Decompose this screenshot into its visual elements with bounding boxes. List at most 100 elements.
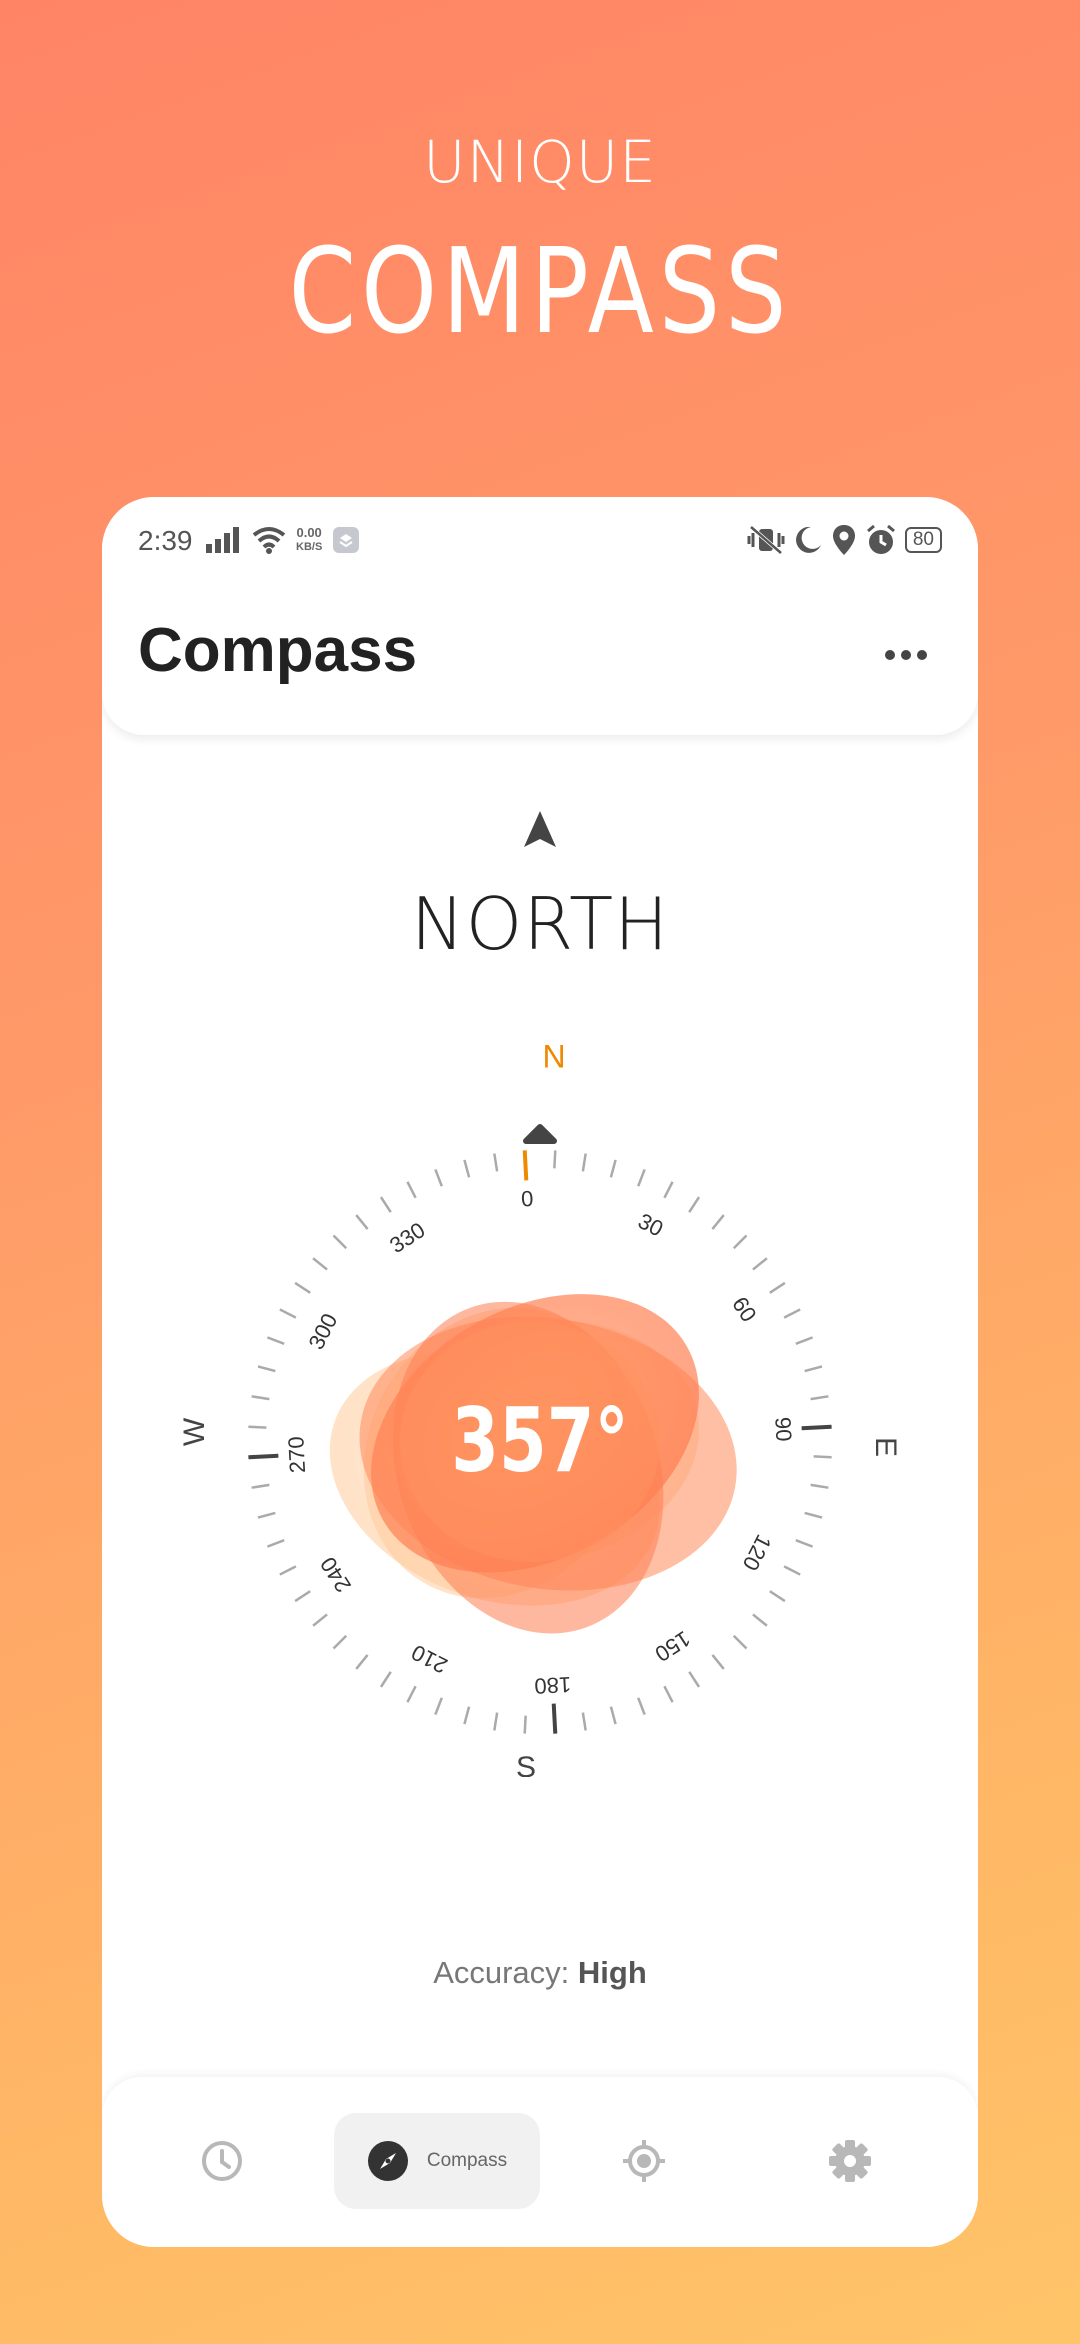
- nav-history[interactable]: [172, 2113, 272, 2209]
- settings-gear-icon: [829, 2140, 871, 2182]
- compass-tick: [379, 1671, 392, 1688]
- compass-tick: [711, 1214, 725, 1230]
- compass-tick: [795, 1539, 814, 1548]
- compass-tick: [581, 1712, 587, 1731]
- compass-tick: [294, 1590, 311, 1603]
- alarm-icon: [866, 524, 895, 554]
- compass-tick: [332, 1234, 348, 1250]
- compass-tick: [609, 1159, 617, 1178]
- compass-tick: [752, 1257, 768, 1271]
- compass-tick: [553, 1150, 557, 1169]
- degree-label: 300: [303, 1309, 342, 1353]
- degree-label: 0: [520, 1186, 534, 1212]
- accuracy-text: Accuracy: High: [102, 1955, 978, 1991]
- status-time: 2:39: [138, 525, 193, 556]
- compass-tick: [523, 1715, 527, 1734]
- compass-tick: [711, 1654, 725, 1670]
- cardinal-north: N: [542, 1038, 565, 1074]
- promo-title: COMPASS: [288, 222, 792, 360]
- compass-tick: [732, 1634, 748, 1650]
- compass-tick: [266, 1539, 285, 1548]
- bottom-navigation: Compass: [102, 2077, 978, 2247]
- accuracy-value: High: [577, 1955, 647, 1990]
- degree-label: 270: [283, 1436, 310, 1474]
- compass-tick: [813, 1455, 832, 1459]
- compass-tick: [732, 1234, 748, 1250]
- compass-tick: [581, 1153, 587, 1172]
- compass-tick: [663, 1685, 674, 1703]
- compass-tick: [804, 1511, 823, 1519]
- nav-settings[interactable]: [800, 2113, 900, 2209]
- gps-target-icon: [623, 2140, 665, 2182]
- heading-value: 357°: [451, 1390, 629, 1493]
- compass-tick: [551, 1703, 558, 1734]
- wifi-icon: [252, 527, 286, 554]
- compass-tick: [294, 1281, 311, 1294]
- compass-tick: [312, 1613, 328, 1627]
- do-not-disturb-moon-icon: [795, 526, 821, 553]
- compass-tick: [493, 1712, 499, 1731]
- degree-label: 30: [634, 1208, 667, 1241]
- compass-tick: [609, 1706, 617, 1725]
- compass-tick: [434, 1168, 443, 1187]
- nav-compass-label: Compass: [426, 2150, 508, 2171]
- clock-icon: [202, 2141, 242, 2181]
- degree-label: 210: [407, 1640, 451, 1679]
- compass-tick: [355, 1214, 369, 1230]
- compass-tick: [810, 1483, 829, 1489]
- app-notification-icon: [333, 527, 360, 553]
- compass-tick: [783, 1565, 801, 1576]
- compass-tick: [637, 1168, 646, 1187]
- accuracy-label: Accuracy:: [433, 1955, 570, 1990]
- degree-label: 120: [738, 1531, 777, 1575]
- compass-tick: [522, 1150, 529, 1181]
- signal-icon: [206, 527, 239, 553]
- compass-tick: [637, 1697, 646, 1716]
- compass-tick: [783, 1308, 801, 1319]
- compass-tick: [663, 1181, 674, 1199]
- compass-tick: [795, 1336, 814, 1345]
- compass-tick: [332, 1634, 348, 1650]
- compass-tick: [801, 1424, 832, 1431]
- compass-tick: [810, 1395, 829, 1401]
- degree-label: 150: [651, 1626, 695, 1667]
- compass-tick: [752, 1613, 768, 1627]
- degree-label: 180: [534, 1672, 572, 1699]
- compass-tick: [379, 1196, 392, 1213]
- compass-tick: [355, 1654, 369, 1670]
- compass-tick: [251, 1395, 270, 1401]
- degree-label: 240: [315, 1553, 356, 1597]
- compass-tick: [266, 1336, 285, 1345]
- direction-label: NORTH: [410, 882, 670, 966]
- degree-label: 90: [770, 1416, 796, 1442]
- compass-tick: [688, 1196, 701, 1213]
- app-header: 2:39 0.00 KB/S 80 Compass: [102, 497, 978, 735]
- location-icon: [832, 525, 855, 555]
- network-speed-unit: KB/S: [296, 541, 323, 553]
- nav-compass[interactable]: Compass: [334, 2113, 540, 2209]
- compass-tick: [312, 1257, 328, 1271]
- compass-tick: [406, 1181, 417, 1199]
- compass-tick: [279, 1565, 297, 1576]
- compass-tick: [434, 1697, 443, 1716]
- more-options-icon[interactable]: [884, 645, 928, 665]
- compass-tick: [463, 1159, 471, 1178]
- degree-label: 330: [385, 1217, 429, 1258]
- compass-tick: [769, 1590, 786, 1603]
- heading-indicator-icon: [523, 1124, 557, 1144]
- direction-arrow-icon: [524, 811, 556, 847]
- compass-icon: [367, 2141, 408, 2181]
- phone-screen: 2:39 0.00 KB/S 80 Compass NORTH 0 30 60 …: [102, 497, 978, 2247]
- compass-tick: [493, 1153, 499, 1172]
- compass-tick: [248, 1425, 267, 1429]
- nav-location[interactable]: [594, 2113, 694, 2209]
- cardinal-south: S: [516, 1751, 536, 1777]
- network-speed: 0.00 KB/S: [296, 526, 322, 554]
- compass-tick: [406, 1685, 417, 1703]
- compass-tick: [688, 1671, 701, 1688]
- app-title: Compass: [138, 616, 418, 685]
- compass-tick: [257, 1365, 276, 1373]
- compass-tick: [257, 1511, 276, 1519]
- network-speed-value: 0.00: [296, 525, 322, 540]
- battery-indicator: 80: [904, 527, 942, 553]
